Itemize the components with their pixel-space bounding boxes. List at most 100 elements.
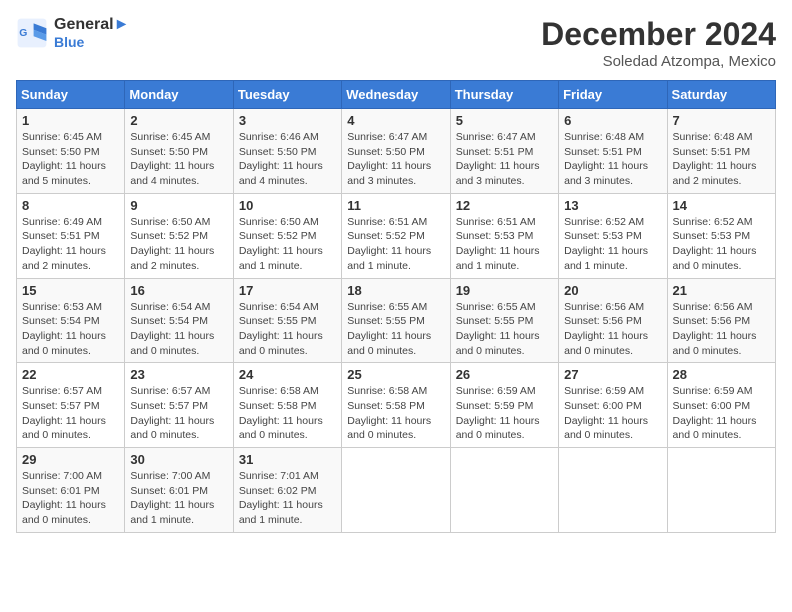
day-info: Sunrise: 6:47 AMSunset: 5:51 PMDaylight:…: [456, 130, 553, 189]
table-row: 13Sunrise: 6:52 AMSunset: 5:53 PMDayligh…: [559, 193, 667, 278]
day-info: Sunrise: 6:59 AMSunset: 5:59 PMDaylight:…: [456, 384, 553, 443]
header: G General► Blue December 2024 Soledad At…: [16, 16, 776, 70]
day-info: Sunrise: 6:52 AMSunset: 5:53 PMDaylight:…: [673, 215, 770, 274]
day-number: 23: [130, 367, 227, 382]
table-row: 28Sunrise: 6:59 AMSunset: 6:00 PMDayligh…: [667, 363, 775, 448]
day-info: Sunrise: 7:01 AMSunset: 6:02 PMDaylight:…: [239, 469, 336, 528]
day-info: Sunrise: 7:00 AMSunset: 6:01 PMDaylight:…: [130, 469, 227, 528]
day-info: Sunrise: 6:49 AMSunset: 5:51 PMDaylight:…: [22, 215, 119, 274]
table-row: 19Sunrise: 6:55 AMSunset: 5:55 PMDayligh…: [450, 278, 558, 363]
calendar-table: Sunday Monday Tuesday Wednesday Thursday…: [16, 80, 776, 533]
day-number: 21: [673, 283, 770, 298]
col-sunday: Sunday: [17, 81, 125, 109]
day-number: 16: [130, 283, 227, 298]
table-row: 30 Sunrise: 7:00 AMSunset: 6:01 PMDayligh…: [125, 448, 233, 533]
day-info: Sunrise: 6:52 AMSunset: 5:53 PMDaylight:…: [564, 215, 661, 274]
day-number: 15: [22, 283, 119, 298]
day-info: Sunrise: 6:51 AMSunset: 5:52 PMDaylight:…: [347, 215, 444, 274]
day-info: Sunrise: 6:55 AMSunset: 5:55 PMDaylight:…: [347, 300, 444, 359]
day-info: Sunrise: 6:50 AMSunset: 5:52 PMDaylight:…: [239, 215, 336, 274]
col-wednesday: Wednesday: [342, 81, 450, 109]
day-number: 2: [130, 113, 227, 128]
table-row: 1 Sunrise: 6:45 AMSunset: 5:50 PMDaylight…: [17, 109, 125, 194]
day-info: Sunrise: 6:58 AMSunset: 5:58 PMDaylight:…: [239, 384, 336, 443]
table-row: [342, 448, 450, 533]
day-number: 3: [239, 113, 336, 128]
day-info: Sunrise: 6:45 AMSunset: 5:50 PMDaylight:…: [130, 130, 227, 189]
table-row: 14 Sunrise: 6:52 AMSunset: 5:53 PMDayligh…: [667, 193, 775, 278]
day-number: 8: [22, 198, 119, 213]
table-row: 3 Sunrise: 6:46 AMSunset: 5:50 PMDaylight…: [233, 109, 341, 194]
day-info: Sunrise: 6:53 AMSunset: 5:54 PMDaylight:…: [22, 300, 119, 359]
day-info: Sunrise: 6:46 AMSunset: 5:50 PMDaylight:…: [239, 130, 336, 189]
day-info: Sunrise: 6:55 AMSunset: 5:55 PMDaylight:…: [456, 300, 553, 359]
day-number: 26: [456, 367, 553, 382]
day-number: 10: [239, 198, 336, 213]
day-info: Sunrise: 6:56 AMSunset: 5:56 PMDaylight:…: [564, 300, 661, 359]
table-row: 27 Sunrise: 6:59 AMSunset: 6:00 PMDayligh…: [559, 363, 667, 448]
col-monday: Monday: [125, 81, 233, 109]
table-row: 29Sunrise: 7:00 AMSunset: 6:01 PMDayligh…: [17, 448, 125, 533]
day-number: 7: [673, 113, 770, 128]
calendar-title: December 2024: [541, 16, 776, 53]
calendar-row: 8 Sunrise: 6:49 AMSunset: 5:51 PMDaylight…: [17, 193, 776, 278]
table-row: 10 Sunrise: 6:50 AMSunset: 5:52 PMDayligh…: [233, 193, 341, 278]
calendar-row: 22Sunrise: 6:57 AMSunset: 5:57 PMDayligh…: [17, 363, 776, 448]
day-info: Sunrise: 6:47 AMSunset: 5:50 PMDaylight:…: [347, 130, 444, 189]
table-row: 5 Sunrise: 6:47 AMSunset: 5:51 PMDaylight…: [450, 109, 558, 194]
day-info: Sunrise: 6:58 AMSunset: 5:58 PMDaylight:…: [347, 384, 444, 443]
day-info: Sunrise: 6:59 AMSunset: 6:00 PMDaylight:…: [564, 384, 661, 443]
table-row: 6 Sunrise: 6:48 AMSunset: 5:51 PMDaylight…: [559, 109, 667, 194]
day-number: 18: [347, 283, 444, 298]
day-info: Sunrise: 6:45 AMSunset: 5:50 PMDaylight:…: [22, 130, 119, 189]
table-row: 21 Sunrise: 6:56 AMSunset: 5:56 PMDayligh…: [667, 278, 775, 363]
table-row: 12 Sunrise: 6:51 AMSunset: 5:53 PMDayligh…: [450, 193, 558, 278]
calendar-row: 29Sunrise: 7:00 AMSunset: 6:01 PMDayligh…: [17, 448, 776, 533]
table-row: 9Sunrise: 6:50 AMSunset: 5:52 PMDaylight…: [125, 193, 233, 278]
table-row: 20Sunrise: 6:56 AMSunset: 5:56 PMDayligh…: [559, 278, 667, 363]
table-row: 7Sunrise: 6:48 AMSunset: 5:51 PMDaylight…: [667, 109, 775, 194]
day-info: Sunrise: 6:54 AMSunset: 5:55 PMDaylight:…: [239, 300, 336, 359]
day-number: 11: [347, 198, 444, 213]
day-info: Sunrise: 6:59 AMSunset: 6:00 PMDaylight:…: [673, 384, 770, 443]
table-row: 4 Sunrise: 6:47 AMSunset: 5:50 PMDaylight…: [342, 109, 450, 194]
col-tuesday: Tuesday: [233, 81, 341, 109]
day-info: Sunrise: 6:48 AMSunset: 5:51 PMDaylight:…: [564, 130, 661, 189]
day-number: 1: [22, 113, 119, 128]
day-number: 5: [456, 113, 553, 128]
table-row: 11 Sunrise: 6:51 AMSunset: 5:52 PMDayligh…: [342, 193, 450, 278]
table-row: [667, 448, 775, 533]
table-row: 8 Sunrise: 6:49 AMSunset: 5:51 PMDaylight…: [17, 193, 125, 278]
col-saturday: Saturday: [667, 81, 775, 109]
calendar-subtitle: Soledad Atzompa, Mexico: [541, 53, 776, 70]
day-number: 12: [456, 198, 553, 213]
day-number: 14: [673, 198, 770, 213]
day-number: 27: [564, 367, 661, 382]
day-number: 22: [22, 367, 119, 382]
day-info: Sunrise: 6:50 AMSunset: 5:52 PMDaylight:…: [130, 215, 227, 274]
day-number: 31: [239, 452, 336, 467]
day-number: 4: [347, 113, 444, 128]
table-row: [559, 448, 667, 533]
day-number: 30: [130, 452, 227, 467]
day-info: Sunrise: 6:51 AMSunset: 5:53 PMDaylight:…: [456, 215, 553, 274]
table-row: 25 Sunrise: 6:58 AMSunset: 5:58 PMDayligh…: [342, 363, 450, 448]
day-info: Sunrise: 6:56 AMSunset: 5:56 PMDaylight:…: [673, 300, 770, 359]
day-info: Sunrise: 7:00 AMSunset: 6:01 PMDaylight:…: [22, 469, 119, 528]
title-area: December 2024 Soledad Atzompa, Mexico: [541, 16, 776, 70]
table-row: 16Sunrise: 6:54 AMSunset: 5:54 PMDayligh…: [125, 278, 233, 363]
day-number: 25: [347, 367, 444, 382]
table-row: 17 Sunrise: 6:54 AMSunset: 5:55 PMDayligh…: [233, 278, 341, 363]
logo-icon: G: [16, 17, 48, 49]
svg-text:G: G: [19, 28, 27, 39]
table-row: 26 Sunrise: 6:59 AMSunset: 5:59 PMDayligh…: [450, 363, 558, 448]
table-row: 31 Sunrise: 7:01 AMSunset: 6:02 PMDayligh…: [233, 448, 341, 533]
logo: G General► Blue: [16, 16, 129, 50]
calendar-row: 1 Sunrise: 6:45 AMSunset: 5:50 PMDaylight…: [17, 109, 776, 194]
table-row: 22Sunrise: 6:57 AMSunset: 5:57 PMDayligh…: [17, 363, 125, 448]
table-row: 24 Sunrise: 6:58 AMSunset: 5:58 PMDayligh…: [233, 363, 341, 448]
day-number: 24: [239, 367, 336, 382]
col-thursday: Thursday: [450, 81, 558, 109]
day-number: 17: [239, 283, 336, 298]
day-number: 6: [564, 113, 661, 128]
